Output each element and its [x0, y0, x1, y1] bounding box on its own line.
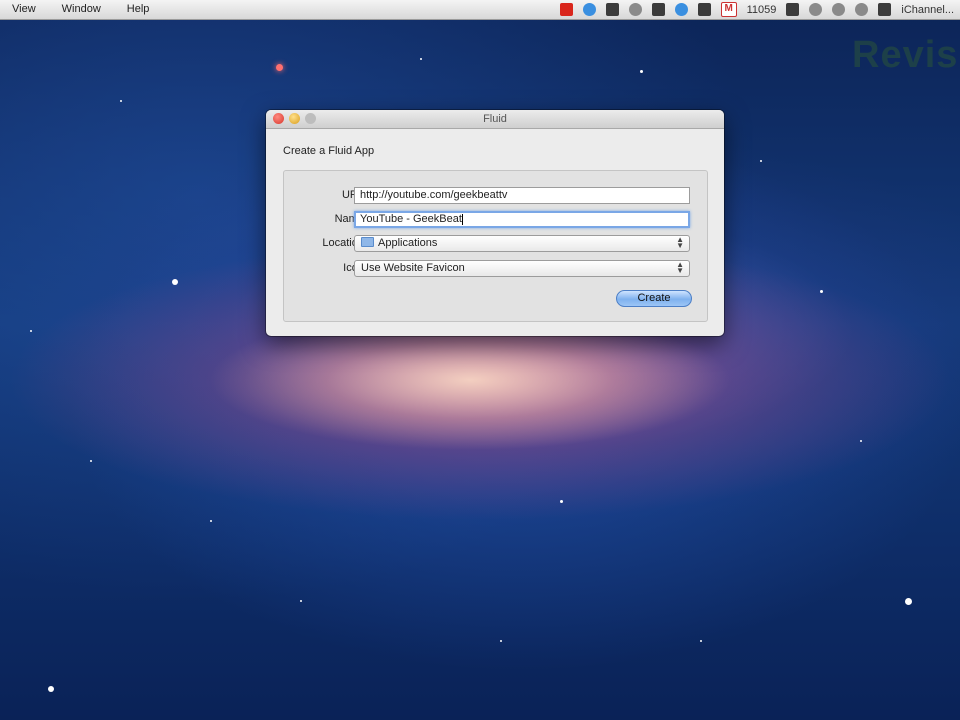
url-field[interactable]: http://youtube.com/geekbeattv [354, 187, 690, 204]
name-value: YouTube - GeekBeat [360, 213, 462, 225]
url-value: http://youtube.com/geekbeattv [360, 189, 508, 201]
star [48, 686, 54, 692]
watermark-text: Revis [852, 34, 959, 76]
star [420, 58, 422, 60]
upload-icon[interactable] [605, 3, 619, 16]
gmail-icon[interactable]: M [720, 2, 737, 17]
create-button[interactable]: Create [616, 290, 692, 307]
icon-popup[interactable]: Use Website Favicon ▲ ▼ [354, 260, 690, 277]
location-row: Location: Applications ▲ ▼ [284, 235, 707, 253]
popup-arrows-icon: ▲ ▼ [676, 260, 684, 275]
star [90, 460, 92, 462]
window-title: Fluid [483, 113, 507, 125]
star [276, 64, 283, 71]
icon-value: Use Website Favicon [361, 262, 465, 274]
location-value: Applications [378, 237, 438, 249]
menu-help[interactable]: Help [127, 3, 150, 15]
name-field[interactable]: YouTube - GeekBeat [354, 211, 690, 228]
status-area: M 11059 iChannel... [559, 2, 954, 17]
star [120, 100, 122, 102]
star [700, 640, 702, 642]
form-panel: URL: http://youtube.com/geekbeattv Name:… [283, 170, 708, 322]
star [172, 279, 178, 285]
sync-icon[interactable] [582, 3, 596, 16]
mail-count[interactable]: 11059 [747, 4, 777, 16]
record-icon[interactable] [559, 3, 573, 16]
user-name[interactable]: iChannel... [901, 4, 954, 16]
location-popup[interactable]: Applications ▲ ▼ [354, 235, 690, 252]
dialog-heading: Create a Fluid App [283, 145, 375, 157]
desktop-wallpaper [0, 0, 960, 720]
star [500, 640, 502, 642]
bluetooth-icon[interactable] [674, 3, 688, 16]
menu-window[interactable]: Window [62, 3, 101, 15]
star [560, 500, 563, 503]
url-row: URL: http://youtube.com/geekbeattv [284, 187, 707, 205]
app-icon[interactable] [651, 3, 665, 16]
extension-icon[interactable] [628, 3, 642, 16]
star [760, 160, 762, 162]
name-row: Name: YouTube - GeekBeat [284, 211, 707, 229]
display-icon[interactable] [786, 3, 800, 16]
star [210, 520, 212, 522]
star [640, 70, 643, 73]
wifi-icon[interactable] [855, 3, 869, 16]
icon-row: Icon: Use Website Favicon ▲▼ [284, 260, 707, 278]
star [300, 600, 302, 602]
star [820, 290, 823, 293]
battery-icon[interactable] [878, 3, 892, 16]
window-titlebar[interactable]: Fluid [266, 110, 724, 129]
volume-icon[interactable] [832, 3, 846, 16]
time-machine-icon[interactable] [809, 3, 823, 16]
popup-arrows-icon: ▲ ▼ [676, 235, 684, 250]
fluid-window: Fluid Create a Fluid App URL: http://you… [266, 110, 724, 336]
folder-icon [361, 237, 374, 247]
text-caret [461, 213, 463, 225]
note-icon[interactable] [697, 3, 711, 16]
star [860, 440, 862, 442]
star [905, 598, 912, 605]
menu-view[interactable]: View [12, 3, 36, 15]
star [30, 330, 32, 332]
menu-bar: View Window Help M 11059 iChannel... [0, 0, 960, 20]
